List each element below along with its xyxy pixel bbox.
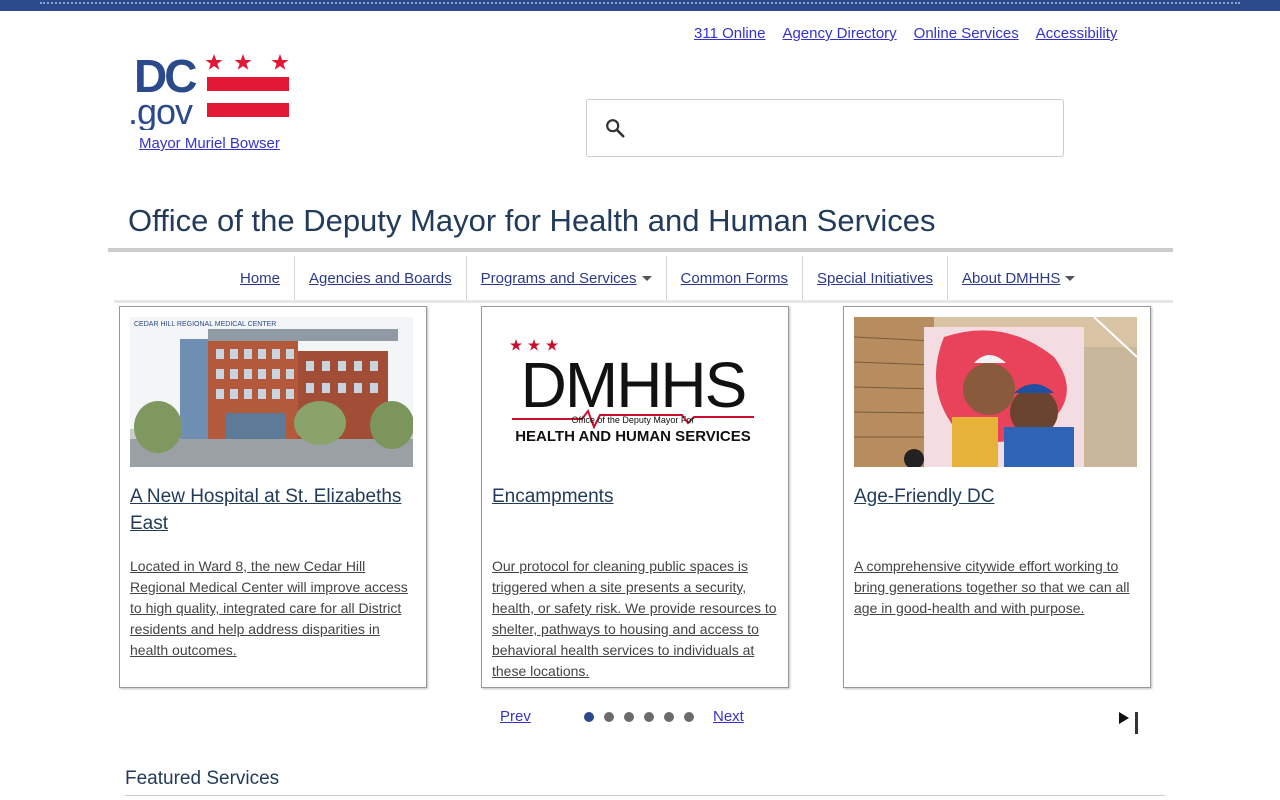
chevron-down-icon[interactable] <box>641 275 652 281</box>
utility-link-online-services[interactable]: Online Services <box>914 25 1019 42</box>
carousel-dot-6[interactable] <box>684 712 694 722</box>
utility-link-agency-directory[interactable]: Agency Directory <box>782 25 896 42</box>
nav-link-common-forms[interactable]: Common Forms <box>681 270 789 287</box>
utility-link-311-online[interactable]: 311 Online <box>694 25 765 42</box>
hospital-image-caption: CEDAR HILL REGIONAL MEDICAL CENTER <box>134 321 276 328</box>
carousel-prev-button[interactable]: Prev <box>500 708 531 725</box>
featured-services-heading: Featured Services <box>125 768 280 789</box>
card-title-age-friendly[interactable]: Age-Friendly DC <box>854 483 1139 510</box>
carousel-dot-3[interactable] <box>624 712 634 722</box>
carousel-dot-2[interactable] <box>604 712 614 722</box>
dc-gov-logo[interactable]: DC .gov <box>128 50 293 132</box>
search-box <box>586 99 1064 157</box>
dmhhs-logo-image[interactable]: DMHHS Office of the Deputy Mayor For HEA… <box>492 317 775 467</box>
flag-bar-bottom <box>207 103 289 117</box>
card-description-encampments[interactable]: Our protocol for cleaning public spaces … <box>492 556 777 682</box>
banner-dots <box>40 2 1240 6</box>
mayor-link[interactable]: Mayor Muriel Bowser <box>139 135 280 152</box>
carousel-dot-4[interactable] <box>644 712 654 722</box>
card-title-hospital[interactable]: A New Hospital at St. Elizabeths East <box>130 483 415 537</box>
nav-link-programs-and-services[interactable]: Programs and Services <box>481 270 637 287</box>
search-icon[interactable] <box>604 117 626 139</box>
nav-item-agencies-and-boards: Agencies and Boards <box>294 256 466 300</box>
carousel-controls: Prev Next <box>0 706 1280 734</box>
card-description-age-friendly[interactable]: A comprehensive citywide effort working … <box>854 556 1139 619</box>
carousel-card-hospital: CEDAR HILL REGIONAL MEDICAL CENTER A New… <box>119 306 427 688</box>
dmhhs-logo-text: DMHHS <box>521 349 746 421</box>
carousel-dot-1[interactable] <box>584 712 594 722</box>
dmhhs-logo-tagline: HEALTH AND HUMAN SERVICES <box>515 428 751 445</box>
nav-divider <box>114 300 1173 303</box>
top-banner-bar <box>0 0 1280 11</box>
card-description-hospital[interactable]: Located in Ward 8, the new Cedar Hill Re… <box>130 556 415 661</box>
play-icon[interactable] <box>1119 712 1129 724</box>
carousel-pager <box>584 712 694 722</box>
site-title: Office of the Deputy Mayor for Health an… <box>128 203 936 238</box>
chevron-down-icon[interactable] <box>1065 275 1076 281</box>
carousel-dot-5[interactable] <box>664 712 674 722</box>
nav-link-agencies-and-boards[interactable]: Agencies and Boards <box>309 270 452 287</box>
dc-gov-logo-graphic: DC .gov <box>128 50 289 132</box>
title-divider <box>108 248 1173 252</box>
pause-icon[interactable] <box>1135 712 1145 734</box>
nav-item-common-forms: Common Forms <box>665 256 803 300</box>
dmhhs-logo-subtitle: Office of the Deputy Mayor For <box>572 415 695 425</box>
nav-link-special-initiatives[interactable]: Special Initiatives <box>817 270 933 287</box>
hospital-image[interactable]: CEDAR HILL REGIONAL MEDICAL CENTER <box>130 317 413 467</box>
card-title-encampments[interactable]: Encampments <box>492 483 777 510</box>
nav-item-special-initiatives: Special Initiatives <box>802 256 947 300</box>
carousel-card-age-friendly: Age-Friendly DC A comprehensive citywide… <box>843 306 1151 688</box>
nav-item-programs-and-services: Programs and Services <box>465 256 666 300</box>
utility-nav: 311 Online Agency Directory Online Servi… <box>694 25 1117 42</box>
nav-item-about-dmhhs: About DMHHS <box>946 256 1089 300</box>
age-friendly-mural-image[interactable] <box>854 317 1137 467</box>
flag-bar-top <box>207 77 289 91</box>
carousel-next-button[interactable]: Next <box>713 708 744 725</box>
utility-link-accessibility[interactable]: Accessibility <box>1036 25 1118 42</box>
logo-gov-text: .gov <box>128 91 193 130</box>
featured-divider <box>125 795 1165 796</box>
search-input[interactable] <box>641 108 1045 148</box>
carousel-card-encampments: DMHHS Office of the Deputy Mayor For HEA… <box>481 306 789 688</box>
flag-stars-icon <box>205 54 289 70</box>
nav-link-home[interactable]: Home <box>240 270 280 287</box>
nav-item-home: Home <box>226 256 294 300</box>
nav-link-about-dmhhs[interactable]: About DMHHS <box>962 270 1060 287</box>
main-nav: Home Agencies and Boards Programs and Se… <box>226 256 1089 300</box>
